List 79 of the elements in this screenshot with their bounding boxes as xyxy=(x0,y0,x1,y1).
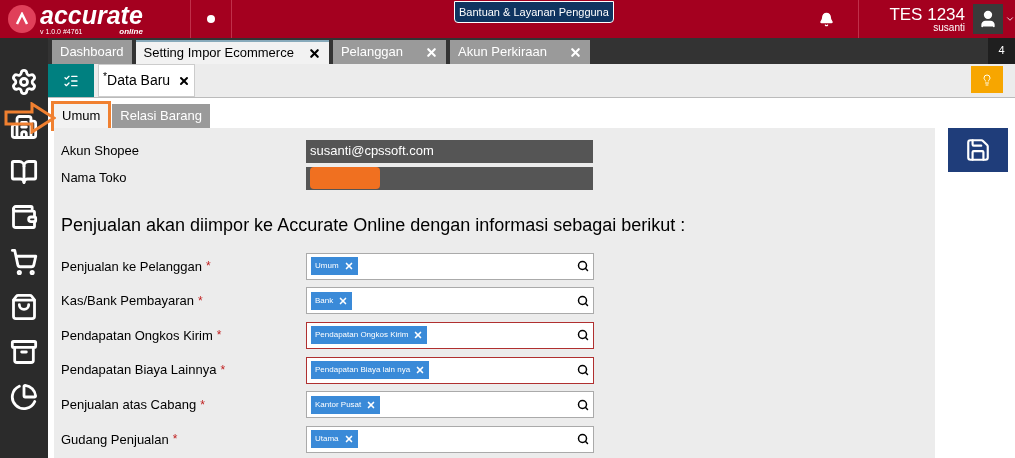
user-name: susanti xyxy=(933,22,965,33)
logo-subtitle: online xyxy=(119,27,143,36)
tab[interactable]: Dashboard xyxy=(52,40,132,64)
redaction-mark xyxy=(310,167,380,189)
building-icon[interactable] xyxy=(10,113,38,141)
lightbulb-icon xyxy=(981,73,993,86)
search-icon[interactable] xyxy=(577,294,589,307)
user-icon xyxy=(978,9,998,29)
field-label: Pendapatan Ongkos Kirim xyxy=(61,326,213,345)
select-field[interactable]: Bank xyxy=(306,287,594,315)
remove-icon[interactable] xyxy=(415,365,426,376)
tag-label: Pendapatan Ongkos Kirim xyxy=(315,329,409,342)
tab-label: Pelanggan xyxy=(340,43,404,62)
section-heading: Penjualan akan diimpor ke Accurate Online dengan informasi sebagai berikut : xyxy=(61,214,687,237)
tab-label: Akun Perkiraan xyxy=(458,43,547,62)
search-icon[interactable] xyxy=(577,433,589,446)
field-label: Pendapatan Biaya Lainnya xyxy=(61,361,217,380)
field-label: Penjualan atas Cabang xyxy=(61,395,197,414)
search-icon[interactable] xyxy=(577,329,589,342)
tag-label: Utama xyxy=(315,433,339,446)
remove-icon[interactable] xyxy=(343,434,354,445)
select-field[interactable]: Pendapatan Biaya lain nya xyxy=(306,356,594,384)
field-label: Gudang Penjualan xyxy=(61,430,169,449)
cabinet-icon[interactable] xyxy=(10,338,38,366)
select-field[interactable]: Umum xyxy=(306,252,594,280)
search-icon[interactable] xyxy=(577,364,589,377)
tag-label: Bank xyxy=(315,294,334,307)
settings-icon[interactable] xyxy=(10,68,38,96)
search-icon[interactable] xyxy=(577,260,589,273)
select-field[interactable]: Utama xyxy=(306,425,594,453)
tab[interactable]: Pelanggan xyxy=(332,40,447,64)
avatar-button[interactable] xyxy=(973,4,1003,34)
document-tab-label: $^{*}$Data Baru xyxy=(103,70,171,90)
tab[interactable]: Setting Impor Ecommerce xyxy=(135,40,329,64)
search-icon[interactable] xyxy=(577,398,589,411)
field-label: Nama Toko xyxy=(61,169,128,188)
remove-icon[interactable] xyxy=(338,295,349,306)
company-name: TES 1234 xyxy=(889,5,965,23)
save-button[interactable] xyxy=(948,128,1008,172)
wallet-icon[interactable] xyxy=(10,203,38,231)
remove-icon[interactable] xyxy=(366,399,377,410)
tag-label: Pendapatan Biaya lain nya xyxy=(315,364,411,377)
pie-chart-icon[interactable] xyxy=(10,383,38,411)
tab-count-button[interactable]: 4 xyxy=(988,38,1015,64)
required-mark: * xyxy=(172,431,178,449)
shopping-bag-icon[interactable] xyxy=(10,293,38,321)
save-icon xyxy=(965,137,991,163)
select-field[interactable]: Pendapatan Ongkos Kirim xyxy=(306,322,594,349)
logo-icon xyxy=(8,5,36,33)
tab-label: Setting Impor Ecommerce xyxy=(143,44,294,63)
required-mark: * xyxy=(197,292,203,310)
notification-icon[interactable] xyxy=(819,11,835,27)
document-tab[interactable]: $^{*}$Data Baru xyxy=(98,64,196,97)
sub-tab[interactable]: Relasi Barang xyxy=(112,104,210,128)
required-mark: * xyxy=(220,362,226,380)
remove-icon[interactable] xyxy=(343,261,354,272)
list-button[interactable] xyxy=(48,64,94,97)
required-mark: * xyxy=(205,258,211,276)
required-mark: * xyxy=(200,396,205,414)
tag-label: Kantor Pusat xyxy=(315,398,362,411)
sub-tab[interactable]: Umum xyxy=(54,104,109,128)
field-label: Kas/Bank Pembayaran xyxy=(61,292,194,311)
book-icon[interactable] xyxy=(10,158,38,186)
logo-text: accurate xyxy=(40,2,143,28)
help-button[interactable]: Bantuan & Layanan Pengguna xyxy=(454,1,614,23)
field-label: Penjualan ke Pelanggan xyxy=(61,257,202,276)
close-icon[interactable] xyxy=(178,74,191,87)
tab[interactable]: Akun Perkiraan xyxy=(450,40,590,64)
select-field[interactable]: Kantor Pusat xyxy=(306,391,594,419)
tab-label: Dashboard xyxy=(60,43,124,62)
tag-label: Umum xyxy=(315,260,339,273)
required-mark: * xyxy=(216,327,222,345)
chevron-down-icon[interactable] xyxy=(1005,14,1015,24)
field-label: Akun Shopee xyxy=(61,142,141,161)
cart-icon[interactable] xyxy=(10,248,38,276)
close-icon[interactable] xyxy=(307,46,321,60)
annotation-arrow xyxy=(4,102,56,134)
field-value: susanti@cpssoft.com xyxy=(310,142,434,161)
remove-icon[interactable] xyxy=(413,330,424,341)
